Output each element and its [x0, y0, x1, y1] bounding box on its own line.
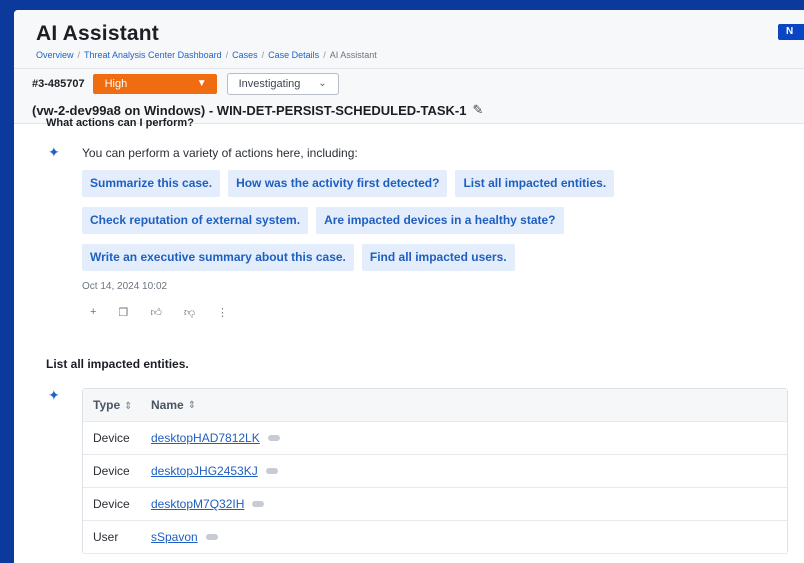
entity-type: Device	[93, 497, 130, 511]
copy-icon[interactable]: ❐	[118, 306, 128, 319]
table-row: Device desktopM7Q32IH	[83, 488, 787, 521]
more-icon[interactable]	[252, 501, 265, 507]
breadcrumb-dashboard[interactable]: Threat Analysis Center Dashboard	[84, 50, 222, 60]
column-header-type[interactable]: Type ⇕	[83, 398, 145, 412]
suggestion-chip[interactable]: Summarize this case.	[82, 170, 221, 197]
suggestion-chip[interactable]: List all impacted entities.	[455, 170, 615, 197]
ai-response: ✦ Type ⇕ Name ⇕ Device desktopHAD7812LK De…	[46, 388, 804, 554]
suggestion-chip[interactable]: How was the activity first detected?	[228, 170, 448, 197]
suggestion-chip[interactable]: Find all impacted users.	[361, 244, 515, 271]
breadcrumb: Overview / Threat Analysis Center Dashbo…	[36, 50, 804, 60]
entity-link[interactable]: desktopM7Q32IH	[151, 497, 244, 511]
pencil-icon[interactable]: ✎	[472, 102, 483, 118]
table-header: Type ⇕ Name ⇕	[83, 389, 787, 422]
sort-icon: ⇕	[187, 399, 197, 411]
page-title: AI Assistant	[36, 22, 159, 45]
case-title-row: (vw-2-dev99a8 on Windows) - WIN-DET-PERS…	[32, 102, 804, 118]
breadcrumb-cases[interactable]: Cases	[232, 50, 258, 60]
breadcrumb-case-details[interactable]: Case Details	[268, 50, 319, 60]
severity-dropdown[interactable]: High ▼	[92, 74, 217, 94]
thumbs-down-icon[interactable]: 👎︎	[184, 306, 195, 319]
case-title: (vw-2-dev99a8 on Windows) - WIN-DET-PERS…	[32, 102, 467, 118]
plus-icon[interactable]: +	[90, 306, 96, 319]
breadcrumb-separator: /	[225, 50, 229, 60]
chat-content: What actions can I perform? ✦ You can pe…	[14, 117, 804, 554]
user-question: What actions can I perform?	[46, 117, 194, 129]
corner-badge[interactable]: N	[778, 24, 804, 40]
message-timestamp: Oct 14, 2024 10:02	[82, 281, 168, 292]
ai-response: ✦ You can perform a variety of actions h…	[46, 145, 804, 319]
ai-response-body: You can perform a variety of actions her…	[82, 145, 804, 319]
sparkle-icon: ✦	[48, 387, 60, 403]
header-divider	[14, 68, 804, 69]
more-icon[interactable]	[205, 534, 218, 540]
more-icon[interactable]	[267, 435, 280, 441]
entity-link[interactable]: sSpavon	[151, 530, 198, 544]
message-actions: + ❐ 👍︎ 👎︎ ⋮	[90, 306, 804, 319]
thumbs-up-icon[interactable]: 👍︎	[150, 306, 162, 319]
table-row: Device desktopJHG2453KJ	[83, 455, 787, 488]
entity-link[interactable]: desktopHAD7812LK	[151, 431, 260, 445]
table-row: Device desktopHAD7812LK	[83, 422, 787, 455]
breadcrumb-separator: /	[77, 50, 81, 60]
breadcrumb-separator: /	[261, 50, 265, 60]
case-id: #3-485707	[32, 78, 85, 90]
entities-table: Type ⇕ Name ⇕ Device desktopHAD7812LK Devi…	[82, 388, 788, 554]
entity-type: User	[93, 530, 119, 544]
suggestion-list: Summarize this case. How was the activit…	[82, 170, 682, 281]
ai-response-text: You can perform a variety of actions her…	[82, 146, 358, 160]
entity-link[interactable]: desktopJHG2453KJ	[151, 464, 258, 478]
more-icon[interactable]	[265, 468, 278, 474]
sparkle-icon: ✦	[48, 144, 60, 160]
chevron-down-icon: ▼	[196, 78, 207, 89]
user-question: List all impacted entities.	[46, 357, 189, 371]
chevron-down-icon: ⌄	[318, 78, 327, 89]
breadcrumb-current: AI Assistant	[329, 50, 377, 60]
app-window: N AI Assistant Overview / Threat Analysi…	[14, 10, 804, 563]
suggestion-chip[interactable]: Are impacted devices in a healthy state?	[316, 207, 564, 234]
table-row: User sSpavon	[83, 521, 787, 554]
case-meta-row: #3-485707 High ▼ Investigating ⌄	[32, 73, 804, 95]
more-options-icon[interactable]: ⋮	[217, 306, 228, 319]
severity-value: High	[104, 78, 128, 90]
status-value: Investigating	[238, 78, 301, 90]
page-header: AI Assistant Overview / Threat Analysis …	[14, 10, 804, 124]
breadcrumb-separator: /	[323, 50, 326, 60]
entity-type: Device	[93, 431, 130, 445]
status-dropdown[interactable]: Investigating ⌄	[226, 73, 339, 95]
sort-icon: ⇕	[124, 401, 133, 412]
breadcrumb-overview[interactable]: Overview	[36, 50, 74, 60]
suggestion-chip[interactable]: Check reputation of external system.	[82, 207, 309, 234]
suggestion-chip[interactable]: Write an executive summary about this ca…	[82, 244, 354, 271]
entity-type: Device	[93, 464, 130, 478]
column-header-name[interactable]: Name ⇕	[145, 398, 196, 412]
